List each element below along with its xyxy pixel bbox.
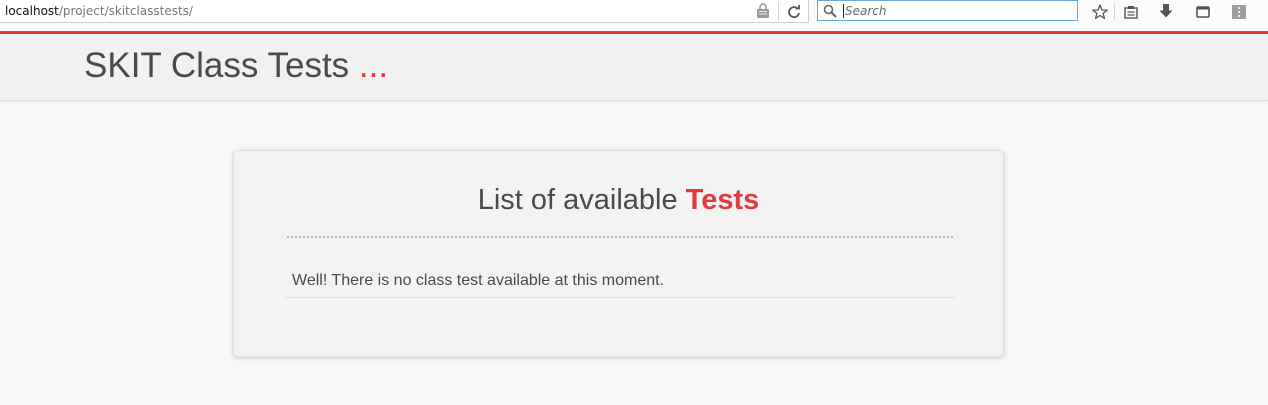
site-title[interactable]: SKIT Class Tests ... bbox=[84, 46, 388, 86]
window-button[interactable] bbox=[1192, 2, 1214, 21]
url-host: localhost bbox=[5, 4, 59, 18]
reading-list-button[interactable] bbox=[1120, 2, 1142, 21]
search-input[interactable]: Search bbox=[817, 0, 1078, 21]
page-info-icon[interactable] bbox=[756, 3, 770, 19]
url-text[interactable]: localhost/project/skitclasstests/ bbox=[5, 4, 193, 18]
url-path: /project/skitclasstests/ bbox=[58, 4, 193, 18]
site-title-text: SKIT Class Tests bbox=[84, 46, 350, 85]
menu-button[interactable] bbox=[1228, 2, 1250, 21]
search-icon bbox=[823, 4, 837, 18]
reload-icon bbox=[788, 4, 800, 18]
browser-toolbar: localhost/project/skitclasstests/ Search bbox=[0, 0, 1268, 31]
site-header: SKIT Class Tests ... bbox=[0, 34, 1268, 101]
bookmark-star-button[interactable] bbox=[1089, 2, 1111, 21]
tests-card: List of available Tests Well! There is n… bbox=[233, 150, 1004, 357]
card-heading: List of available Tests bbox=[234, 184, 1003, 217]
card-heading-prefix: List of available bbox=[477, 184, 678, 216]
text-caret bbox=[843, 4, 844, 18]
divider bbox=[1114, 3, 1115, 20]
download-arrow-icon bbox=[1159, 4, 1173, 18]
clipboard-icon bbox=[1124, 5, 1138, 19]
menu-icon bbox=[1232, 4, 1246, 19]
address-bar[interactable]: localhost/project/skitclasstests/ bbox=[0, 0, 809, 23]
divider bbox=[285, 297, 955, 298]
site-title-dots: ... bbox=[358, 46, 389, 85]
reload-button[interactable] bbox=[784, 2, 804, 21]
divider bbox=[778, 2, 779, 21]
search-placeholder: Search bbox=[845, 4, 887, 18]
window-icon bbox=[1196, 5, 1210, 18]
card-heading-accent: Tests bbox=[685, 184, 760, 216]
star-icon bbox=[1092, 3, 1108, 19]
dotted-divider bbox=[287, 236, 953, 238]
downloads-button[interactable] bbox=[1155, 2, 1177, 21]
empty-state-message: Well! There is no class test available a… bbox=[292, 272, 665, 289]
